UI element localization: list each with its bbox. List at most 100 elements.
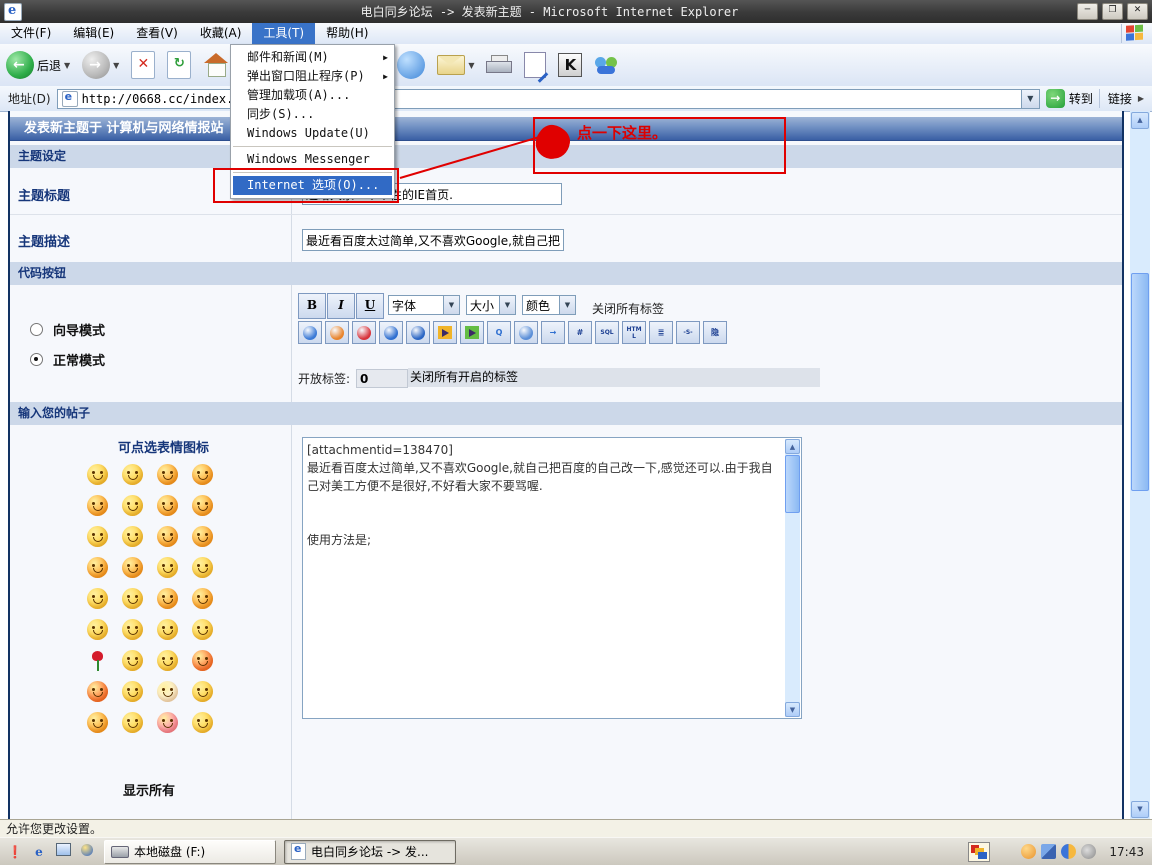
smiley-tease[interactable] — [157, 619, 178, 640]
smiley-panic[interactable] — [87, 588, 108, 609]
tools-menu-item-windows-update[interactable]: Windows Update(U) — [231, 124, 394, 143]
mail-button[interactable]: ▼ — [434, 47, 477, 83]
smiley-rolleyes[interactable] — [87, 712, 108, 733]
smiley-hammer[interactable] — [157, 495, 178, 516]
tools-menu-item-popup-blocker[interactable]: 弹出窗口阻止程序(P)▶ — [231, 67, 394, 86]
quote-icon[interactable] — [406, 321, 430, 344]
bold-button[interactable]: B — [298, 293, 326, 319]
forward-dropdown-icon[interactable]: ▼ — [113, 61, 119, 70]
minimize-button[interactable]: ─ — [1077, 3, 1098, 20]
sql-icon[interactable]: SQL — [595, 321, 619, 344]
smiley-shocked[interactable] — [192, 464, 213, 485]
color-select[interactable]: 颜色 ▼ — [522, 295, 576, 315]
font-select[interactable]: 字体 ▼ — [388, 295, 460, 315]
smiley-startle[interactable] — [87, 681, 108, 702]
mode-option-wizard[interactable]: 向导模式 — [30, 320, 105, 339]
smiley-sob[interactable] — [122, 681, 143, 702]
smiley-pale[interactable] — [192, 681, 213, 702]
history-button[interactable] — [394, 47, 428, 83]
page-scroll-up-icon[interactable]: ▲ — [1131, 112, 1149, 129]
mail-dropdown-icon[interactable]: ▼ — [468, 61, 474, 70]
topic-desc-input[interactable] — [302, 229, 564, 251]
tray-volume-icon[interactable] — [1081, 844, 1096, 859]
menu-tools[interactable]: 工具(T) — [252, 23, 315, 44]
smiley-struggle[interactable] — [122, 495, 143, 516]
refresh-button[interactable]: ↻ — [164, 47, 194, 83]
list-icon[interactable]: ≣ — [649, 321, 673, 344]
page-scroll-down-icon[interactable]: ▼ — [1131, 801, 1149, 818]
tools-menu-item-windows-messenger[interactable]: Windows Messenger — [231, 150, 394, 169]
ie-quicklaunch-icon[interactable]: e — [30, 843, 48, 861]
smiley-adore[interactable] — [122, 650, 143, 671]
tray-windows-icon[interactable] — [1041, 844, 1056, 859]
numbered-list-icon[interactable] — [379, 321, 403, 344]
messenger-button[interactable] — [591, 47, 621, 83]
menu-file[interactable]: 文件(F) — [0, 23, 62, 44]
swf-icon[interactable] — [514, 321, 538, 344]
ime-indicator-icon[interactable] — [968, 842, 990, 862]
menu-edit[interactable]: 编辑(E) — [62, 23, 125, 44]
smiley-goggle[interactable] — [192, 557, 213, 578]
textarea-scroll-down-icon[interactable]: ▼ — [785, 702, 800, 717]
restore-button[interactable]: ❐ — [1102, 3, 1123, 20]
size-select[interactable]: 大小 ▼ — [466, 295, 516, 315]
smiley-frown[interactable] — [87, 557, 108, 578]
radio-icon[interactable] — [30, 323, 43, 336]
smiley-shades[interactable] — [122, 619, 143, 640]
go-button[interactable]: → 转到 — [1046, 89, 1093, 108]
media-icon[interactable] — [433, 321, 457, 344]
menu-view[interactable]: 查看(V) — [125, 23, 189, 44]
smiley-content[interactable] — [122, 712, 143, 733]
taskbar-button-local-disk[interactable]: 本地磁盘 (F:) — [104, 840, 276, 864]
smiley-love[interactable] — [157, 712, 178, 733]
wmp-icon[interactable] — [460, 321, 484, 344]
smiley-pleased[interactable] — [192, 526, 213, 547]
mode-option-normal[interactable]: 正常模式 — [30, 350, 105, 369]
smiley-rose[interactable] — [87, 650, 108, 671]
smiley-stare[interactable] — [122, 588, 143, 609]
smiley-happy[interactable] — [157, 526, 178, 547]
export-icon[interactable]: → — [541, 321, 565, 344]
page-scrollbar[interactable]: ▲ ▼ — [1130, 111, 1150, 819]
show-all-smilies-link[interactable]: 显示所有 — [123, 780, 175, 799]
textarea-scrollbar[interactable]: ▲ ▼ — [785, 439, 800, 717]
textarea-scroll-thumb[interactable] — [785, 455, 800, 513]
html-icon[interactable]: HTML — [622, 321, 646, 344]
smiley-giggle[interactable] — [87, 495, 108, 516]
alert-quicklaunch-icon[interactable]: ❗ — [6, 843, 24, 861]
back-dropdown-icon[interactable]: ▼ — [64, 61, 70, 70]
strike-icon[interactable]: -S- — [676, 321, 700, 344]
forward-button[interactable]: → ▼ — [79, 47, 122, 83]
smiley-smirk[interactable] — [122, 526, 143, 547]
image-icon[interactable] — [325, 321, 349, 344]
textarea-scroll-up-icon[interactable]: ▲ — [785, 439, 800, 454]
tray-face-icon[interactable] — [1021, 844, 1036, 859]
smiley-yawn[interactable] — [192, 712, 213, 733]
address-input[interactable]: http://0668.cc/index.php? — [57, 89, 1022, 109]
smiley-upset[interactable] — [192, 495, 213, 516]
hide-icon[interactable]: 隐 — [703, 321, 727, 344]
print-button[interactable] — [483, 47, 515, 83]
link-icon[interactable] — [298, 321, 322, 344]
smiley-fierce[interactable] — [157, 588, 178, 609]
mail-quicklaunch-icon[interactable] — [54, 843, 72, 861]
italic-button[interactable]: I — [327, 293, 355, 319]
smiley-grin[interactable] — [87, 619, 108, 640]
tray-swirl-icon[interactable] — [1061, 844, 1076, 859]
k-tool-button[interactable]: K — [555, 47, 585, 83]
tools-menu-item-mail-news[interactable]: 邮件和新闻(M)▶ — [231, 48, 394, 67]
flash-icon[interactable] — [352, 321, 376, 344]
desktop-quicklaunch-icon[interactable] — [78, 843, 96, 861]
stop-button[interactable]: ✕ — [128, 47, 158, 83]
quicktime-icon[interactable]: Q — [487, 321, 511, 344]
close-button[interactable]: ✕ — [1127, 3, 1148, 20]
smiley-beam[interactable] — [192, 619, 213, 640]
close-open-tags-link[interactable]: 关闭所有开启的标签 — [408, 368, 820, 387]
home-button[interactable] — [200, 47, 232, 83]
underline-button[interactable]: U — [356, 293, 384, 319]
code-icon[interactable]: # — [568, 321, 592, 344]
links-button[interactable]: 链接 ▶ — [1099, 89, 1152, 108]
back-button[interactable]: ← 后退 ▼ — [3, 47, 73, 83]
smiley-smile[interactable] — [87, 464, 108, 485]
menu-favorites[interactable]: 收藏(A) — [189, 23, 253, 44]
